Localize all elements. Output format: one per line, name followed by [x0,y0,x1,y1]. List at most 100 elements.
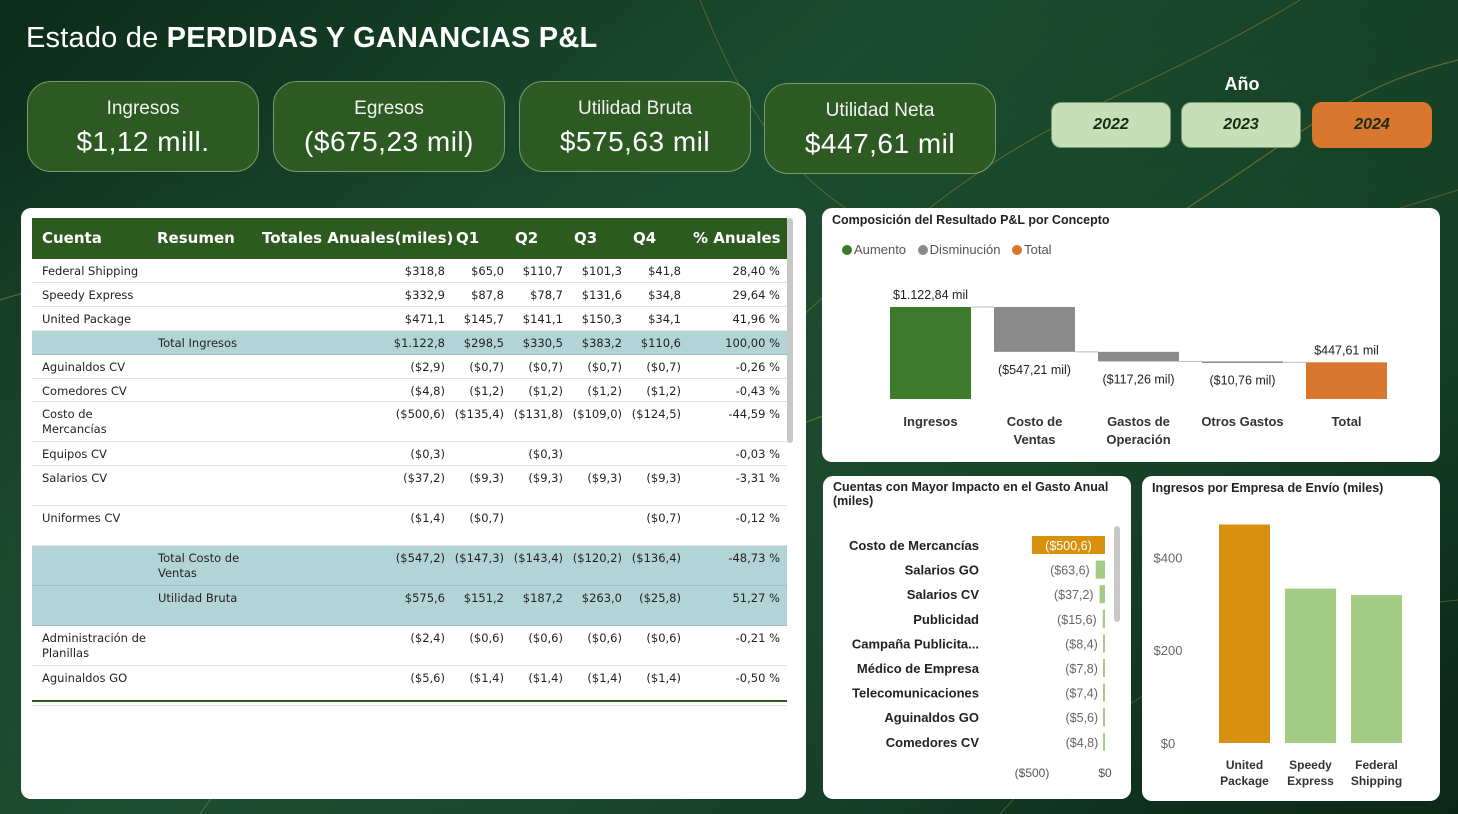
cell-total: $575,6 [404,591,445,605]
table-row[interactable]: Comedores CV ($4,8) ($1,2) ($1,2) ($1,2) ($1,… [32,379,787,402]
cell-q4: ($25,8) [639,591,681,605]
x-tick-label: ($500) [1015,766,1050,780]
cell-total: ($547,2) [395,551,445,565]
waterfall-bar [994,307,1075,352]
kpi-label: Egresos [354,98,424,119]
year-button-2022[interactable]: 2022 [1051,102,1171,148]
column-header-totales[interactable]: Totales Anuales(miles) [262,229,453,247]
cell-q2: ($131,8) [513,407,563,421]
waterfall-bar [1098,351,1179,362]
hbar [1103,659,1105,677]
data-label: ($10,76 mil) [1210,373,1276,387]
waterfall-bar [890,307,971,399]
cell-q1: ($1,2) [469,384,504,398]
cell-q4: $41,8 [648,264,681,278]
cell-q3: $383,2 [581,336,622,350]
column-header-q2[interactable]: Q2 [515,229,538,247]
y-tick-label: $400 [1154,550,1183,565]
table-header: Cuenta Resumen Totales Anuales(miles) Q1… [32,218,787,259]
cell-pct: -0,03 % [735,447,780,461]
cell-resumen: Total Costo de Ventas [158,551,240,580]
revenue-by-shipper-chart-panel: Ingresos por Empresa de Envío (miles) $0… [1142,476,1440,801]
cell-q1: ($0,7) [469,360,504,374]
cell-q2: $78,7 [530,288,563,302]
cell-q4: ($1,4) [646,671,681,685]
cell-resumen: Total Ingresos [158,336,238,350]
x-tick-label: $0 [1098,766,1112,780]
cell-q2: ($0,3) [528,447,563,461]
data-label: ($117,26 mil) [1102,372,1174,386]
table-row[interactable]: United Package $471,1 $145,7 $141,1 $150,3 $3… [32,307,787,331]
column-header-q1[interactable]: Q1 [456,229,479,247]
table-row[interactable]: Salarios CV ($37,2) ($9,3) ($9,3) ($9,3) ($9,… [32,466,787,506]
pl-table-panel: Cuenta Resumen Totales Anuales(miles) Q1… [21,208,806,799]
chart-scrollbar[interactable] [1114,526,1120,622]
hbar [1103,634,1105,653]
page-title: Estado de PERDIDAS Y GANANCIAS P&L [26,22,598,54]
cell-pct: -44,59 % [728,407,780,421]
data-label: ($7,4) [1065,687,1098,701]
column-header-cuenta[interactable]: Cuenta [42,229,102,247]
category-label: Costo de Ventas [1007,414,1063,447]
column-header-q3[interactable]: Q3 [574,229,597,247]
column-header-pct[interactable]: % Anuales [693,229,781,247]
category-label: Gastos de Operación [1106,414,1170,447]
table-row[interactable]: Aguinaldos CV ($2,9) ($0,7) ($0,7) ($0,7) ($0… [32,355,787,379]
cell-q3: ($1,2) [587,384,622,398]
y-tick-label: $200 [1154,643,1183,658]
cell-q1: $298,5 [463,336,504,350]
table-total-row[interactable]: Utilidad Bruta $575,6 $151,2 $187,2 $263,0 ($… [32,586,787,626]
category-label: Costo de Mercancías [849,538,979,553]
cell-cuenta: Federal Shipping [42,264,139,278]
cell-pct: 41,96 % [732,312,780,326]
cell-pct: -0,50 % [735,671,780,685]
cell-q4: ($0,7) [646,511,681,525]
cell-pct: -48,73 % [728,551,780,565]
cell-q3: ($120,2) [572,551,622,565]
category-label: Otros Gastos [1201,414,1283,429]
table-total-row[interactable]: Total Costo de Ventas ($547,2) ($147,3) ($1… [32,546,787,586]
category-label: Aguinaldos GO [884,710,979,725]
cell-q3: $150,3 [581,312,622,326]
column-header-resumen[interactable]: Resumen [157,229,235,247]
year-filter-title: Año [1224,74,1260,94]
data-label: ($500,6) [1045,539,1092,553]
table-row[interactable]: Federal Shipping $318,8 $65,0 $110,7 $101,3 $… [32,259,787,283]
cell-cuenta: United Package [42,312,132,326]
vbar [1351,595,1402,743]
cell-q3: ($1,4) [587,671,622,685]
cell-resumen: Utilidad Bruta [158,591,238,605]
table-row[interactable]: Equipos CV ($0,3) ($0,3) -0,03 % [32,442,787,466]
kpi-value: $447,61 mil [804,128,956,159]
kpi-card-ingresos: Ingresos $1,12 mill. [27,81,259,172]
cell-q1: ($9,3) [469,471,504,485]
table-row[interactable]: Administración de Planillas ($2,4) ($0,6) (… [32,626,787,666]
waterfall-chart-panel: Composición del Resultado P&L por Concep… [822,208,1440,462]
cell-q1: $65,0 [471,264,504,278]
cell-cuenta: Speedy Express [42,288,134,302]
cell-total: ($5,6) [410,671,445,685]
table-scrollbar[interactable] [787,218,793,443]
table-total-row[interactable]: Total Ingresos $1.122,8 $298,5 $330,5 $383,2… [32,331,787,355]
column-header-q4[interactable]: Q4 [633,229,656,247]
year-button-2023[interactable]: 2023 [1181,102,1301,148]
cell-q1: $145,7 [463,312,504,326]
cell-cuenta: Equipos CV [42,447,107,461]
cell-q1: ($1,4) [469,671,504,685]
table-row[interactable]: Uniformes CV ($1,4) ($0,7) ($0,7) -0,12 % [32,506,787,546]
cell-q3: $263,0 [581,591,622,605]
cell-cuenta: Administración de Planillas [42,631,146,660]
hbar [1103,708,1105,727]
year-button-2024[interactable]: 2024 [1312,102,1432,148]
cell-q4: ($124,5) [631,407,681,421]
cell-q1: $87,8 [471,288,504,302]
table-row[interactable]: Costo de Mercancías ($500,6) ($135,4) ($131… [32,402,787,442]
data-label: $1.122,84 mil [893,288,968,302]
cell-q1: ($0,7) [469,511,504,525]
cell-total: $318,8 [404,264,445,278]
category-label: Médico de Empresa [857,661,980,676]
expense-impact-chart: Costo de Mercancías ($500,6) Salarios GO ($… [849,536,1112,780]
table-row[interactable]: Speedy Express $332,9 $87,8 $78,7 $131,6 $34,… [32,283,787,307]
cell-cuenta: Salarios CV [42,471,108,485]
cell-total: ($2,4) [410,631,445,645]
